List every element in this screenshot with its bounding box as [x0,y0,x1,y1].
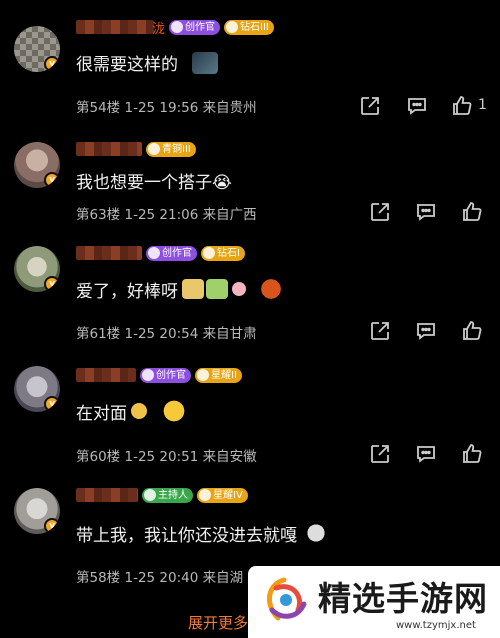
rank-badge: 星耀II [195,367,242,383]
comment-date: 1-25 20:54 [124,326,199,342]
like-icon[interactable] [460,200,484,224]
username-row: 主持人 星耀IV [76,486,248,504]
comment-text-row: 很需要这样的 [76,50,218,75]
rank-badge: 钻石III [224,19,274,35]
comment-text-row: 我也想要一个搭子😭 [76,168,232,193]
verified-icon: v [44,172,60,188]
floor-number: 第61楼 [76,326,121,342]
verified-icon: v [44,56,60,72]
username-row: 泷 创作官 钻石III [76,18,274,37]
comment-meta: 第54楼 1-25 19:56 来自贵州 [76,96,257,116]
comment-text-row: 带上我，我让你还没进去就嘎 [76,518,331,548]
watermark-title: 精选手游网 [318,579,488,618]
comment-location: 来自贵州 [202,100,257,116]
watermark-logo-icon [267,577,307,621]
creator-badge: 创作官 [140,367,191,383]
comment-text: 很需要这样的 [76,55,178,75]
comment-date: 1-25 20:40 [124,570,199,586]
comment-text-row: 在对面 [76,396,191,426]
comment-text: 在对面 [76,403,127,424]
share-icon[interactable] [368,200,392,224]
creator-badge: 创作官 [146,245,197,261]
verified-icon: v [44,518,60,534]
host-badge: 主持人 [142,487,193,503]
creator-badge: 创作官 [169,19,221,35]
comment-text: 带上我，我让你还没进去就嘎 [76,525,297,546]
comment-text-row: 爱了，好棒呀 [76,274,290,304]
share-icon[interactable] [368,442,392,466]
username-blurred[interactable] [76,20,154,34]
rank-badge: 钻石I [201,245,245,261]
like-icon[interactable] [460,442,484,466]
sticker-image [206,279,228,299]
floor-number: 第60楼 [76,449,121,465]
username-row: 青铜III [76,140,196,158]
comment-text: 爱了，好棒呀 [76,281,178,302]
avatar[interactable]: v [14,246,60,292]
comment-meta: 第58楼 1-25 20:40 来自湖 [76,566,243,586]
sticker-image [301,518,331,548]
comment-date: 1-25 21:06 [124,207,199,223]
share-icon[interactable] [358,94,382,118]
comment-meta: 第61楼 1-25 20:54 来自甘肃 [76,322,257,342]
floor-number: 第58楼 [76,570,121,586]
comment-date: 1-25 19:56 [124,100,199,116]
share-icon[interactable] [368,319,392,343]
verified-icon: v [44,276,60,292]
watermark-url: www.tzymjx.net [396,620,476,631]
reply-icon[interactable] [414,200,438,224]
sticker-image [157,396,191,426]
sticker-image [131,403,147,419]
avatar[interactable]: v [14,26,60,72]
rank-badge: 青铜III [146,141,196,157]
site-watermark: 精选手游网 www.tzymjx.net [248,566,500,638]
floor-number: 第54楼 [76,100,121,116]
username-blurred[interactable] [76,368,136,382]
comment-meta: 第60楼 1-25 20:51 来自安徽 [76,445,257,465]
comment-date: 1-25 20:51 [124,449,199,465]
sticker-image [252,274,290,304]
avatar[interactable]: v [14,142,60,188]
avatar[interactable]: v [14,488,60,534]
reply-icon[interactable] [414,319,438,343]
comment-location: 来自广西 [202,207,257,223]
reply-icon[interactable] [414,442,438,466]
username-row: 创作官 星耀II [76,366,242,384]
like-count: 1 [478,97,487,113]
comment-location: 来自湖 [202,570,244,586]
sticker-image [192,51,218,74]
comment-text: 我也想要一个搭子😭 [76,173,232,193]
username-blurred[interactable] [76,246,142,260]
rank-badge: 星耀IV [197,487,248,503]
username-blurred[interactable] [76,488,138,502]
username-row: 创作官 钻石I [76,244,245,262]
comment-location: 来自安徽 [202,449,257,465]
reply-icon[interactable] [405,94,429,118]
sticker-image [182,279,204,299]
verified-icon: v [44,396,60,412]
username-blurred[interactable] [76,142,142,156]
username-suffix: 泷 [152,21,166,37]
comment-meta: 第63楼 1-25 21:06 来自广西 [76,203,257,223]
sticker-image [232,282,246,296]
comment-location: 来自甘肃 [202,326,257,342]
like-icon[interactable] [460,319,484,343]
expand-more-link[interactable]: 展开更多 [188,612,248,633]
avatar[interactable]: v [14,366,60,412]
like-icon[interactable] [450,94,474,118]
floor-number: 第63楼 [76,207,121,223]
